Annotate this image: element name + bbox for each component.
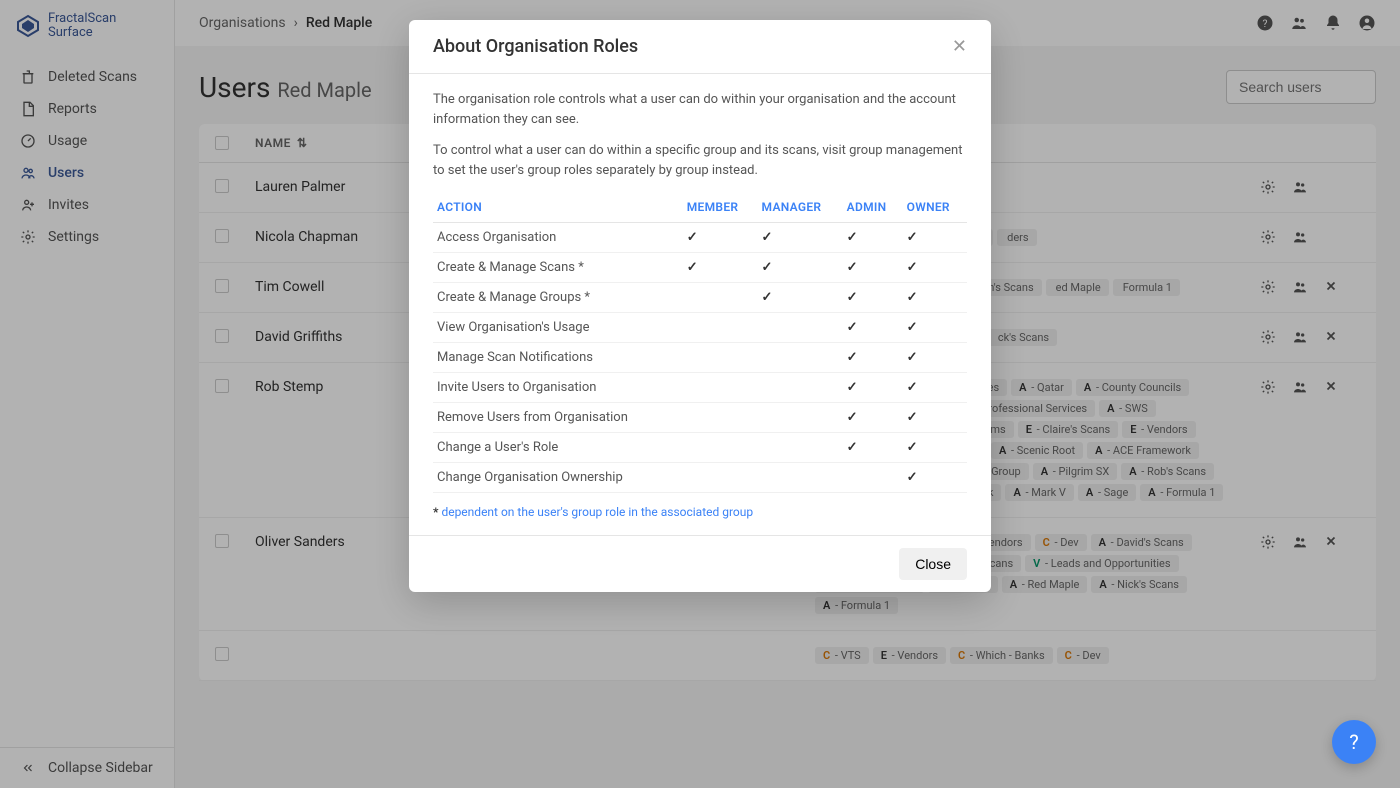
check-icon: ✓ (847, 230, 858, 245)
modal-paragraph: The organisation role controls what a us… (433, 90, 967, 129)
check-icon: ✓ (762, 230, 773, 245)
role-row: Remove Users from Organisation ✓ ✓ (433, 403, 967, 433)
check-icon: ✓ (907, 380, 918, 395)
role-perm-cell: ✓ (843, 253, 903, 283)
role-perm-cell: ✓ (843, 223, 903, 253)
check-icon: ✓ (907, 260, 918, 275)
role-row: View Organisation's Usage ✓ ✓ (433, 313, 967, 343)
modal-body: The organisation role controls what a us… (409, 74, 991, 535)
close-icon[interactable]: ✕ (952, 36, 967, 57)
help-fab[interactable]: ? (1332, 720, 1376, 764)
role-perm-cell: ✓ (843, 433, 903, 463)
check-icon: ✓ (847, 350, 858, 365)
modal-paragraph: To control what a user can do within a s… (433, 141, 967, 180)
role-action-label: View Organisation's Usage (433, 313, 683, 343)
role-action-label: Change a User's Role (433, 433, 683, 463)
role-perm-cell (758, 343, 843, 373)
role-perm-cell: ✓ (903, 223, 967, 253)
role-perm-cell (683, 373, 758, 403)
role-perm-cell (758, 463, 843, 493)
role-perm-cell: ✓ (903, 283, 967, 313)
role-column-header: MEMBER (683, 192, 758, 223)
role-row: Create & Manage Scans * ✓ ✓ ✓ ✓ (433, 253, 967, 283)
check-icon: ✓ (762, 260, 773, 275)
modal-overlay[interactable]: About Organisation Roles ✕ The organisat… (0, 0, 1400, 788)
role-perm-cell: ✓ (903, 253, 967, 283)
role-action-label: Access Organisation (433, 223, 683, 253)
role-perm-cell (758, 403, 843, 433)
role-perm-cell: ✓ (843, 283, 903, 313)
role-perm-cell: ✓ (758, 223, 843, 253)
role-row: Access Organisation ✓ ✓ ✓ ✓ (433, 223, 967, 253)
role-perm-cell: ✓ (843, 403, 903, 433)
role-perm-cell: ✓ (903, 343, 967, 373)
role-perm-cell: ✓ (843, 313, 903, 343)
role-row: Invite Users to Organisation ✓ ✓ (433, 373, 967, 403)
check-icon: ✓ (907, 410, 918, 425)
role-row: Manage Scan Notifications ✓ ✓ (433, 343, 967, 373)
role-perm-cell (683, 343, 758, 373)
check-icon: ✓ (847, 320, 858, 335)
role-perm-cell: ✓ (758, 283, 843, 313)
role-perm-cell (758, 433, 843, 463)
check-icon: ✓ (687, 260, 698, 275)
role-column-header: MANAGER (758, 192, 843, 223)
role-action-label: Invite Users to Organisation (433, 373, 683, 403)
role-row: Change a User's Role ✓ ✓ (433, 433, 967, 463)
check-icon: ✓ (907, 440, 918, 455)
role-column-header: OWNER (903, 192, 967, 223)
role-action-label: Remove Users from Organisation (433, 403, 683, 433)
footnote: * dependent on the user's group role in … (433, 505, 967, 519)
role-perm-cell: ✓ (903, 463, 967, 493)
role-perm-cell (843, 463, 903, 493)
check-icon: ✓ (762, 290, 773, 305)
role-action-label: Create & Manage Scans * (433, 253, 683, 283)
modal-header: About Organisation Roles ✕ (409, 20, 991, 74)
role-perm-cell (683, 403, 758, 433)
roles-modal: About Organisation Roles ✕ The organisat… (409, 20, 991, 592)
role-perm-cell (683, 283, 758, 313)
modal-footer: Close (409, 535, 991, 592)
role-action-label: Manage Scan Notifications (433, 343, 683, 373)
role-perm-cell: ✓ (758, 253, 843, 283)
role-perm-cell: ✓ (843, 373, 903, 403)
check-icon: ✓ (847, 380, 858, 395)
check-icon: ✓ (847, 260, 858, 275)
role-perm-cell (683, 463, 758, 493)
role-row: Change Organisation Ownership ✓ (433, 463, 967, 493)
check-icon: ✓ (687, 230, 698, 245)
check-icon: ✓ (907, 470, 918, 485)
role-column-header: ACTION (433, 192, 683, 223)
role-column-header: ADMIN (843, 192, 903, 223)
check-icon: ✓ (847, 440, 858, 455)
role-row: Create & Manage Groups * ✓ ✓ ✓ (433, 283, 967, 313)
close-button[interactable]: Close (899, 548, 967, 580)
check-icon: ✓ (847, 290, 858, 305)
role-perm-cell (683, 433, 758, 463)
role-perm-cell: ✓ (903, 433, 967, 463)
role-perm-cell: ✓ (903, 313, 967, 343)
role-perm-cell (683, 313, 758, 343)
role-perm-cell (758, 373, 843, 403)
check-icon: ✓ (907, 290, 918, 305)
roles-table: ACTIONMEMBERMANAGERADMINOWNER Access Org… (433, 192, 967, 493)
role-action-label: Change Organisation Ownership (433, 463, 683, 493)
role-perm-cell: ✓ (683, 253, 758, 283)
modal-title: About Organisation Roles (433, 36, 638, 57)
role-action-label: Create & Manage Groups * (433, 283, 683, 313)
role-perm-cell: ✓ (903, 403, 967, 433)
check-icon: ✓ (907, 320, 918, 335)
check-icon: ✓ (907, 230, 918, 245)
role-perm-cell: ✓ (843, 343, 903, 373)
role-perm-cell: ✓ (683, 223, 758, 253)
role-perm-cell: ✓ (903, 373, 967, 403)
check-icon: ✓ (907, 350, 918, 365)
check-icon: ✓ (847, 410, 858, 425)
role-perm-cell (758, 313, 843, 343)
